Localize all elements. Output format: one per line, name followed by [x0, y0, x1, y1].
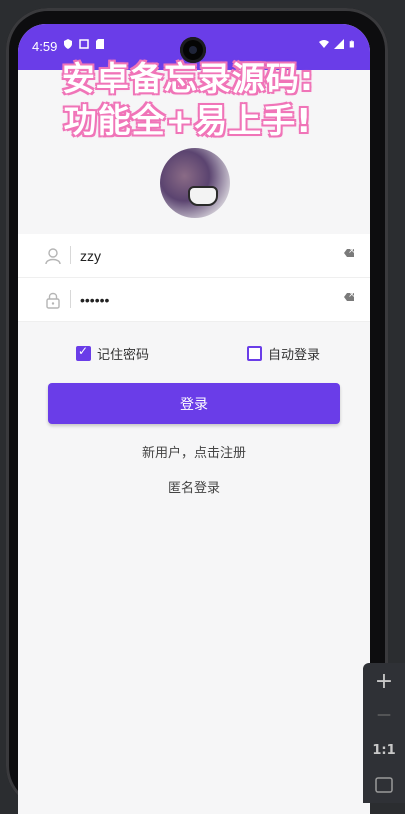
fit-screen-icon[interactable]: [375, 777, 393, 793]
username-row: [18, 234, 370, 278]
login-form: [18, 234, 370, 322]
remember-password-label: 记住密码: [97, 348, 150, 363]
sd-card-icon: [96, 39, 104, 49]
zoom-ratio-button[interactable]: 1:1: [363, 743, 405, 758]
password-row: [18, 278, 370, 322]
auto-login-label: 自动登录: [268, 348, 321, 363]
app-screen: 4:59 zzy × •••••• × ✓ 记住密码 自动登录 登录 新用户，点…: [18, 24, 370, 814]
promo-line-2: 功能全+易上手!: [63, 100, 313, 141]
checkbox-unchecked-icon[interactable]: [247, 346, 262, 361]
promo-overlay-title: 安卓备忘录源码: 功能全+易上手!: [28, 58, 348, 142]
remember-password-checkbox[interactable]: 记住密码: [76, 344, 149, 363]
auto-login-checkbox[interactable]: 自动登录: [247, 344, 320, 363]
signal-icon: [334, 39, 344, 49]
battery-icon: [349, 40, 354, 48]
checkbox-checked-icon[interactable]: [76, 344, 91, 361]
login-options: 记住密码 自动登录: [18, 342, 370, 368]
avatar: [160, 148, 230, 218]
anonymous-login-link[interactable]: 匿名登录: [18, 477, 370, 496]
field-divider: [70, 290, 71, 308]
lock-icon: [46, 292, 60, 309]
status-left-icons: [63, 39, 105, 49]
status-time: 4:59: [32, 39, 58, 54]
login-button[interactable]: 登录: [48, 383, 340, 424]
username-input[interactable]: [78, 242, 332, 270]
shield-icon: [64, 39, 72, 49]
emulator-zoom-panel: + — 1:1: [363, 663, 405, 803]
promo-line-1: 安卓备忘录源码:: [61, 58, 315, 99]
screen-icon: [79, 39, 89, 49]
register-link[interactable]: 新用户，点击注册: [18, 442, 370, 461]
status-right-icons: [319, 39, 356, 49]
wifi-icon: [319, 40, 329, 48]
user-icon: [45, 248, 61, 265]
zoom-in-button[interactable]: +: [363, 669, 405, 694]
clear-password-icon[interactable]: [344, 293, 354, 301]
field-divider: [70, 246, 71, 264]
clear-username-icon[interactable]: [344, 249, 354, 257]
zoom-out-button[interactable]: —: [363, 707, 405, 723]
password-input[interactable]: [78, 286, 332, 314]
